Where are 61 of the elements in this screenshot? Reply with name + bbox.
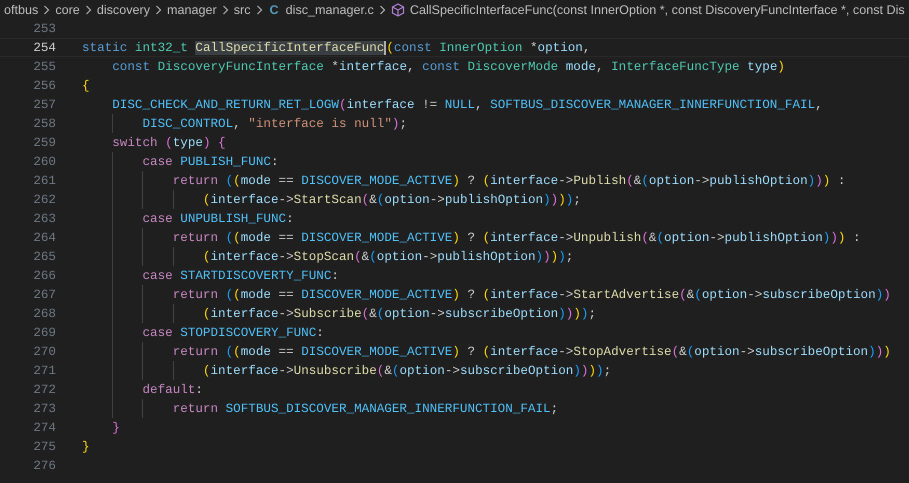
code-line: case STARTDISCOVERTY_FUNC: — [141, 268, 339, 282]
breadcrumb-item[interactable]: discovery — [94, 2, 152, 16]
code-line: DISC_CHECK_AND_RETURN_RET_LOGW(interface != NULL, SOFTBUS_DISCOVER_MANAGER_INNERFUNCTION_FAIL, — [111, 98, 823, 112]
line-number: 270 — [32, 344, 56, 358]
line-number: 254 — [32, 40, 56, 54]
code-line: static int32_t CallSpecificInterfaceFunc(const InnerOption *option, — [82, 40, 590, 54]
breadcrumb-item[interactable]: oftbus — [2, 2, 40, 16]
line-number: 262 — [32, 192, 56, 206]
chevron-right-icon — [84, 4, 92, 14]
line-number: 257 — [32, 98, 56, 112]
line-number: 258 — [32, 116, 56, 130]
breadcrumb-item[interactable]: CallSpecificInterfaceFunc(const InnerOption *, const DiscoveryFuncInterface *, const Dis — [408, 2, 907, 16]
line-number: 276 — [32, 458, 56, 472]
line-number: 264 — [32, 230, 56, 244]
code-line: return SOFTBUS_DISCOVER_MANAGER_INNERFUNCTION_FAIL; — [172, 402, 558, 416]
chevron-right-icon — [43, 4, 50, 14]
line-number: 259 — [32, 136, 56, 150]
code-line: case UNPUBLISH_FUNC: — [141, 212, 294, 226]
line-number: 273 — [32, 402, 56, 416]
code-line: case PUBLISH_FUNC: — [141, 154, 279, 168]
breadcrumb-item[interactable]: disc_manager.c — [284, 2, 376, 16]
line-number: 268 — [32, 306, 56, 320]
breadcrumb-item[interactable]: manager — [165, 2, 219, 16]
line-number: 267 — [32, 288, 56, 302]
line-number: 272 — [32, 382, 56, 396]
line-number: 253 — [32, 22, 56, 36]
line-number: 274 — [32, 420, 56, 434]
cube-icon — [390, 2, 405, 16]
line-number: 260 — [32, 154, 56, 168]
code-line: (interface->Unsubscribe(&(option->subscribeOption)))); — [202, 364, 612, 378]
line-number: 275 — [32, 440, 56, 454]
line-number: 269 — [32, 326, 56, 340]
code-line: return ((mode == DISCOVER_MODE_ACTIVE) ? (interface->StopAdvertise(&(option->subscribeOption))) — [172, 344, 891, 358]
line-number: 255 — [32, 60, 56, 74]
line-number: 263 — [32, 212, 56, 226]
chevron-right-icon — [155, 4, 162, 14]
chevron-right-icon — [378, 4, 386, 14]
line-number: 265 — [32, 250, 56, 264]
code-line: { — [82, 78, 90, 92]
code-line: case STOPDISCOVERY_FUNC: — [141, 326, 324, 340]
chevron-right-icon — [222, 4, 229, 14]
breadcrumb-item[interactable]: src — [232, 2, 253, 16]
code-line: (interface->StopScan(&(option->publishOption)))); — [202, 250, 574, 264]
code-line: (interface->StartScan(&(option->publishOption)))); — [202, 192, 581, 206]
line-number: 256 — [32, 78, 56, 92]
code-line: } — [111, 420, 120, 434]
breadcrumb-item[interactable]: core — [53, 2, 82, 16]
code-line: switch (type) { — [111, 136, 226, 150]
line-number: 271 — [32, 364, 56, 378]
code-line: return ((mode == DISCOVER_MODE_ACTIVE) ? (interface->StartAdvertise(&(option->subscribeOption)) — [172, 288, 891, 302]
code-line: default: — [141, 382, 203, 396]
code-line: return ((mode == DISCOVER_MODE_ACTIVE) ? (interface->Publish(&(option->publishOption))) : — [172, 174, 846, 188]
code-line: return ((mode == DISCOVER_MODE_ACTIVE) ? (interface->Unpublish(&(option->publishOption))) : — [172, 230, 861, 244]
c-file-icon: C — [270, 2, 279, 16]
code-line: const DiscoveryFuncInterface *interface, const DiscoverMode mode, InterfaceFuncType type) — [111, 60, 785, 74]
code-line: } — [82, 440, 90, 454]
code-line: (interface->Subscribe(&(option->subscribeOption)))); — [202, 306, 596, 320]
code-line: DISC_CONTROL, "interface is null"); — [141, 116, 407, 130]
line-number: 266 — [32, 268, 56, 282]
chevron-right-icon — [256, 4, 263, 14]
line-number: 261 — [32, 174, 56, 188]
